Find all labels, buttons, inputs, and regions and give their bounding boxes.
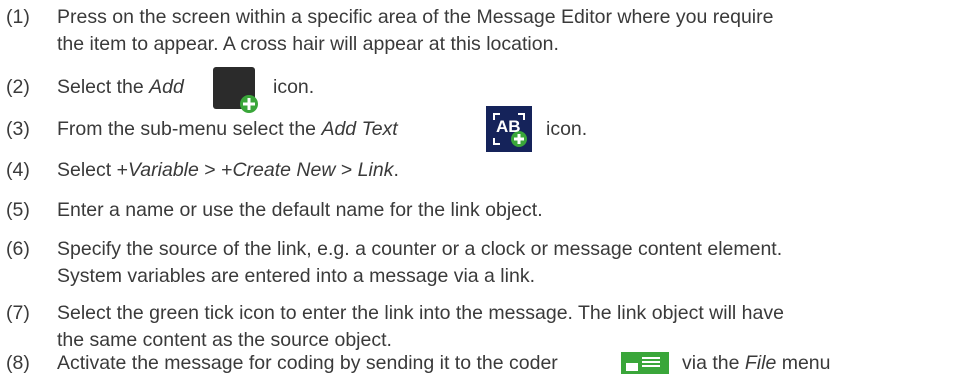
step-number: (5): [6, 199, 30, 221]
step-text-tail: icon.: [273, 76, 315, 98]
step-text-line-1: Specify the source of the link, e.g. a c…: [57, 238, 783, 260]
step-text-line-2: the same content as the source object.: [57, 329, 392, 351]
step-text: Select +Variable > +Create New > Link.: [57, 159, 399, 181]
send-to-coder-icon: [621, 352, 669, 374]
step-text-line-1: Enter a name or use the default name for…: [57, 199, 543, 221]
add-icon: [211, 65, 259, 113]
add-text-icon-label: AB: [496, 117, 521, 136]
step-text: Select the Add: [57, 76, 184, 98]
step-number: (1): [6, 6, 30, 28]
step-number: (6): [6, 238, 30, 260]
step-text-tail: via the File menu: [682, 352, 831, 374]
step-text-line-1: Select the green tick icon to enter the …: [57, 302, 784, 324]
step-number: (4): [6, 159, 30, 181]
step-number: (7): [6, 302, 30, 324]
step-text-line-1: Press on the screen within a specific ar…: [57, 6, 774, 28]
step-text-tail: icon.: [546, 118, 588, 140]
step-number: (2): [6, 76, 30, 98]
step-text: Activate the message for coding by sendi…: [57, 352, 558, 374]
step-text-line-2: the item to appear. A cross hair will ap…: [57, 33, 559, 55]
step-number: (3): [6, 118, 30, 140]
step-text-line-2: System variables are entered into a mess…: [57, 265, 535, 287]
step-number: (8): [6, 352, 30, 374]
step-text: From the sub-menu select the Add Text: [57, 118, 398, 140]
add-text-icon: AB: [486, 106, 532, 152]
